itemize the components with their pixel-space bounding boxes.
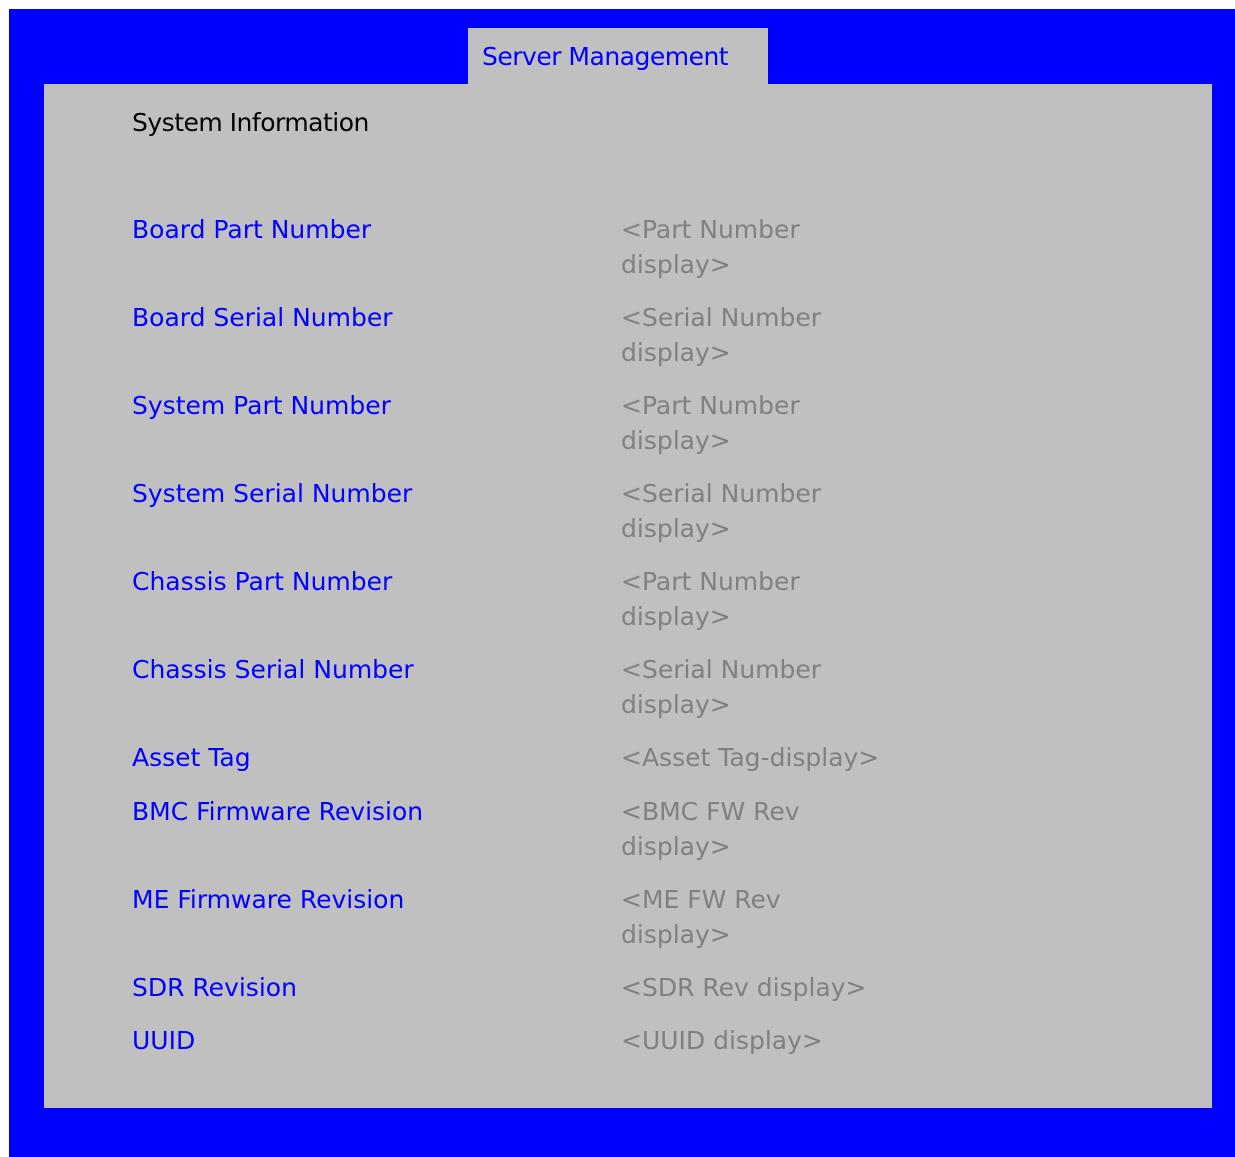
setting-value: <Part Number display> <box>621 567 800 631</box>
page-title: System Information <box>132 108 369 137</box>
setting-value: <ME FW Rev display> <box>621 885 781 949</box>
setting-label[interactable]: BMC Firmware Revision <box>132 794 423 829</box>
setting-value: <BMC FW Rev display> <box>621 797 800 861</box>
setting-label[interactable]: SDR Revision <box>132 970 297 1005</box>
setting-value: <UUID display> <box>621 1026 823 1055</box>
setting-value: <Part Number display> <box>621 391 800 455</box>
setting-value: <Asset Tag-display> <box>621 743 880 772</box>
tab-label: Server Management <box>482 42 729 71</box>
setting-value: <Part Number display> <box>621 215 800 279</box>
setting-label[interactable]: ME Firmware Revision <box>132 882 404 917</box>
setting-label[interactable]: Chassis Part Number <box>132 564 392 599</box>
setting-label[interactable]: UUID <box>132 1023 195 1058</box>
setting-value: <Serial Number display> <box>621 655 822 719</box>
setting-label[interactable]: Chassis Serial Number <box>132 652 414 687</box>
setting-label[interactable]: System Serial Number <box>132 476 412 511</box>
setting-value: <Serial Number display> <box>621 479 822 543</box>
setting-value: <Serial Number display> <box>621 303 822 367</box>
bios-frame: Server Management System Information Boa… <box>9 9 1235 1157</box>
content-panel: System Information Board Part Number <Pa… <box>44 84 1212 1108</box>
setting-label[interactable]: System Part Number <box>132 388 391 423</box>
setting-label[interactable]: Asset Tag <box>132 740 251 775</box>
setting-label[interactable]: Board Part Number <box>132 212 371 247</box>
tab-server-management[interactable]: Server Management <box>468 28 768 86</box>
setting-label[interactable]: Board Serial Number <box>132 300 393 335</box>
setting-value: <SDR Rev display> <box>621 973 867 1002</box>
